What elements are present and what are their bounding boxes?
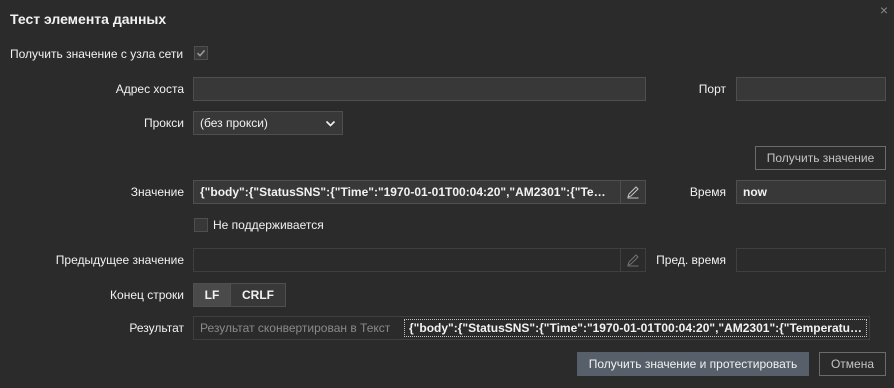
test-item-dialog: Тест элемента данных × Получить значение… xyxy=(0,0,894,388)
previous-value-label: Предыдущее значение xyxy=(55,253,184,267)
fetch-from-host-label: Получить значение с узла сети xyxy=(10,47,184,61)
pencil-icon xyxy=(627,254,639,267)
port-input[interactable] xyxy=(736,77,886,101)
previous-time-input[interactable] xyxy=(736,248,886,272)
result-hint: Результат сконвертирован в Текст xyxy=(200,321,391,335)
value-label: Значение xyxy=(130,185,184,199)
end-of-line-label: Конец строки xyxy=(110,288,184,302)
eol-option-lf[interactable]: LF xyxy=(193,283,231,307)
close-icon[interactable]: × xyxy=(880,3,888,17)
checkmark-icon xyxy=(196,49,206,57)
result-label: Результат xyxy=(129,321,184,335)
previous-time-label: Пред. время xyxy=(656,253,726,267)
not-supported-checkbox[interactable] xyxy=(194,218,208,232)
not-supported-label: Не поддерживается xyxy=(213,218,324,232)
chevron-down-icon xyxy=(325,120,336,127)
host-address-label: Адрес хоста xyxy=(115,82,184,96)
fetch-from-host-checkbox[interactable] xyxy=(194,46,208,60)
value-text: {"body":{"StatusSNS":{"Time":"1970-01-01… xyxy=(200,185,615,199)
dialog-title: Тест элемента данных xyxy=(10,11,167,27)
value-input[interactable]: {"body":{"StatusSNS":{"Time":"1970-01-01… xyxy=(193,180,646,204)
result-text[interactable]: {"body":{"StatusSNS":{"Time":"1970-01-01… xyxy=(404,319,867,337)
port-label: Порт xyxy=(698,82,726,96)
proxy-select[interactable]: (без прокси) xyxy=(193,111,343,135)
host-address-input[interactable] xyxy=(193,77,646,101)
result-field[interactable]: Результат сконвертирован в Текст {"body"… xyxy=(193,316,870,340)
previous-value-input[interactable] xyxy=(193,248,646,272)
time-input[interactable] xyxy=(736,180,886,204)
pencil-icon xyxy=(627,186,639,199)
get-value-and-test-button[interactable]: Получить значение и протестировать xyxy=(577,352,809,376)
proxy-selected-value: (без прокси) xyxy=(200,116,268,130)
cancel-button[interactable]: Отмена xyxy=(819,352,886,376)
get-value-button[interactable]: Получить значение xyxy=(755,146,886,170)
proxy-label: Прокси xyxy=(143,116,184,130)
time-label: Время xyxy=(689,185,726,199)
eol-option-crlf[interactable]: CRLF xyxy=(230,283,286,307)
